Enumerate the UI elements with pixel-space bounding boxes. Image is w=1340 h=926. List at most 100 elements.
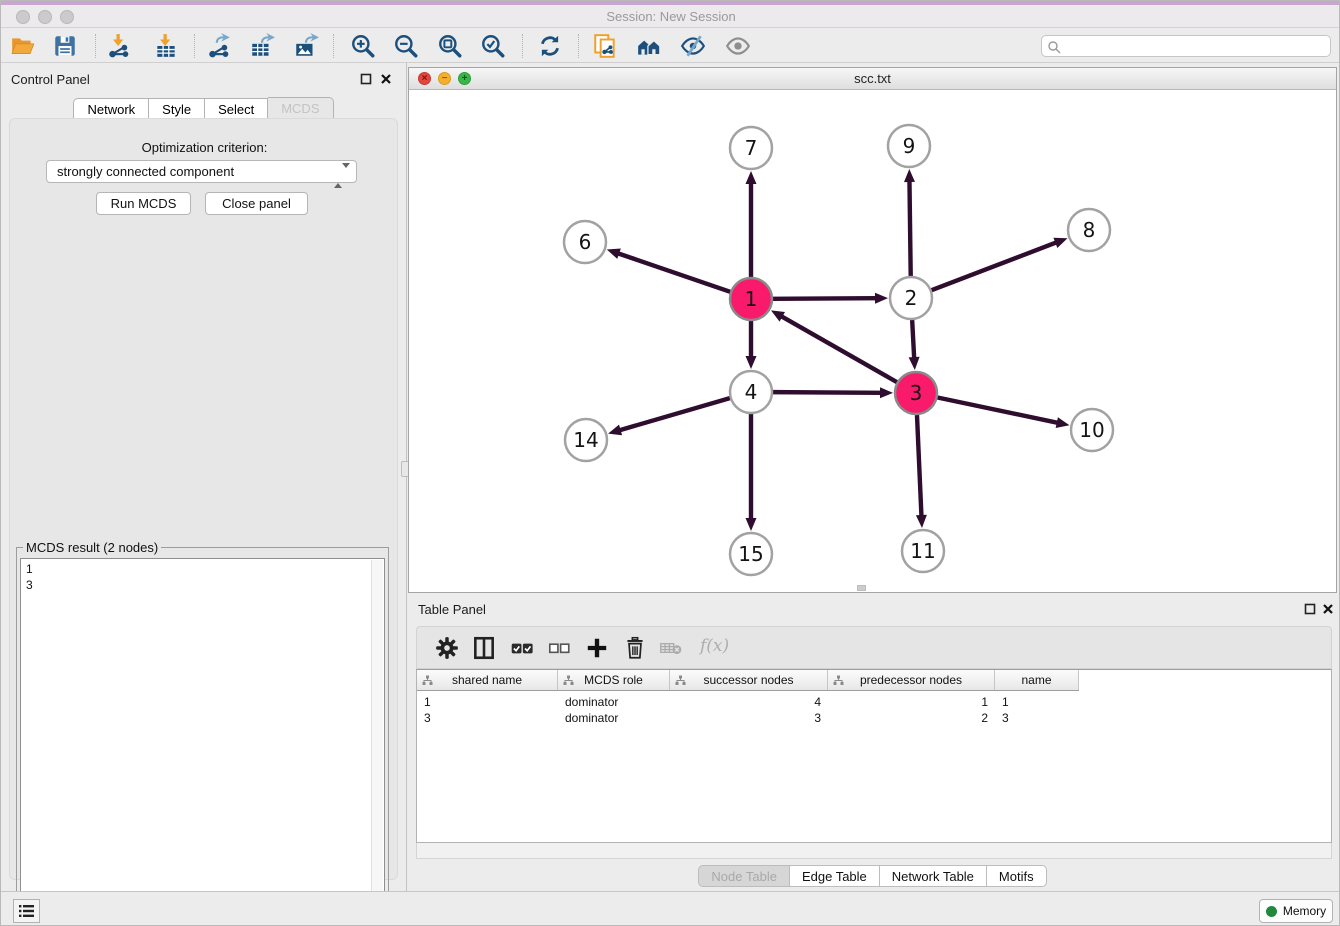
- zoom-out-icon[interactable]: [393, 33, 419, 59]
- cell-successor-nodes[interactable]: 4: [670, 694, 828, 710]
- graph-edge-1-2[interactable]: [773, 293, 888, 304]
- table-row[interactable]: 1dominator411: [417, 694, 1079, 710]
- new-network-from-file-icon[interactable]: [592, 33, 618, 59]
- tab-network[interactable]: Network: [73, 98, 149, 119]
- column-header-shared-name[interactable]: shared name: [417, 670, 558, 690]
- graph-edge-3-1[interactable]: [771, 310, 897, 382]
- mcds-result-box[interactable]: 1 3: [20, 558, 385, 921]
- status-bar: Memory: [1, 891, 1340, 926]
- panel-splitter[interactable]: [406, 63, 407, 891]
- graph-node-2[interactable]: 2: [890, 277, 932, 319]
- network-canvas[interactable]: 7 9 6 8 1 2 4 3 14 10 15 11: [409, 90, 1336, 592]
- tab-edge-table[interactable]: Edge Table: [790, 865, 880, 887]
- toolbar-separator: [522, 34, 523, 58]
- graph-edge-2-8[interactable]: [932, 238, 1068, 290]
- zoom-selected-icon[interactable]: [480, 33, 506, 59]
- graph-edge-2-3[interactable]: [909, 320, 920, 370]
- graph-node-4[interactable]: 4: [730, 371, 772, 413]
- select-all-columns-icon[interactable]: [509, 635, 535, 661]
- add-icon[interactable]: [584, 635, 610, 661]
- cell-MCDS-role[interactable]: dominator: [558, 710, 670, 726]
- function-builder-icon[interactable]: f(x): [700, 636, 729, 656]
- cell-predecessor-nodes[interactable]: 2: [828, 710, 995, 726]
- graph-edge-4-3[interactable]: [773, 387, 893, 398]
- search-input[interactable]: [1066, 37, 1326, 55]
- toolbar-separator: [333, 34, 334, 58]
- graph-edge-4-15[interactable]: [746, 414, 757, 531]
- gear-icon[interactable]: [434, 635, 460, 661]
- cell-successor-nodes[interactable]: 3: [670, 710, 828, 726]
- tab-select[interactable]: Select: [205, 98, 268, 119]
- graph-node-3[interactable]: 3: [895, 372, 937, 414]
- graph-node-9[interactable]: 9: [888, 125, 930, 167]
- float-table-panel-icon[interactable]: [1304, 602, 1316, 614]
- column-header-predecessor-nodes[interactable]: predecessor nodes: [828, 670, 995, 690]
- graph-edge-4-14[interactable]: [608, 398, 730, 435]
- import-network-icon[interactable]: [106, 33, 132, 59]
- save-session-icon[interactable]: [52, 33, 78, 59]
- graph-node-1[interactable]: 1: [730, 278, 772, 320]
- delete-table-icon[interactable]: [658, 635, 684, 661]
- column-header-name[interactable]: name: [995, 670, 1079, 690]
- export-network-icon[interactable]: [206, 33, 232, 59]
- graph-node-11[interactable]: 11: [902, 530, 944, 572]
- unselect-all-columns-icon[interactable]: [546, 635, 572, 661]
- column-header-MCDS-role[interactable]: MCDS role: [558, 670, 670, 690]
- tab-motifs[interactable]: Motifs: [987, 865, 1047, 887]
- graph-node-10[interactable]: 10: [1071, 409, 1113, 451]
- memory-status-icon: [1266, 906, 1277, 917]
- close-panel-icon[interactable]: [380, 72, 392, 84]
- graph-edge-1-7[interactable]: [746, 171, 757, 277]
- task-history-button[interactable]: [13, 899, 40, 923]
- mcds-panel-body: Optimization criterion: strongly connect…: [9, 118, 398, 880]
- close-panel-button[interactable]: Close panel: [205, 192, 308, 215]
- show-all-icon[interactable]: [725, 33, 751, 59]
- zoom-fit-icon[interactable]: [437, 33, 463, 59]
- control-panel-tabs: NetworkStyleSelectMCDS: [1, 97, 406, 119]
- delete-icon[interactable]: [622, 635, 648, 661]
- import-table-icon[interactable]: [153, 33, 179, 59]
- cell-shared-name[interactable]: 1: [417, 694, 558, 710]
- graph-edge-3-10[interactable]: [938, 398, 1070, 428]
- tab-mcds[interactable]: MCDS: [268, 97, 333, 119]
- network-window-header[interactable]: × − + scc.txt: [409, 68, 1336, 90]
- canvas-splitter-handle[interactable]: [857, 585, 866, 591]
- graph-node-8[interactable]: 8: [1068, 209, 1110, 251]
- close-table-panel-icon[interactable]: [1322, 602, 1334, 614]
- cell-name[interactable]: 3: [995, 710, 1079, 726]
- tab-node-table[interactable]: Node Table: [698, 865, 790, 887]
- graph-edge-1-6[interactable]: [607, 248, 730, 291]
- cell-shared-name[interactable]: 3: [417, 710, 558, 726]
- node-table[interactable]: shared nameMCDS rolesuccessor nodesprede…: [416, 669, 1332, 843]
- split-columns-icon[interactable]: [471, 635, 497, 661]
- open-session-icon[interactable]: [10, 33, 36, 59]
- tab-style[interactable]: Style: [149, 98, 205, 119]
- graph-node-7[interactable]: 7: [730, 127, 772, 169]
- graph-edge-2-9[interactable]: [904, 169, 915, 276]
- graph-node-14[interactable]: 14: [565, 419, 607, 461]
- criterion-select[interactable]: strongly connected component: [46, 160, 357, 183]
- cell-predecessor-nodes[interactable]: 1: [828, 694, 995, 710]
- hide-selected-icon[interactable]: [680, 33, 706, 59]
- memory-button[interactable]: Memory: [1259, 899, 1333, 923]
- refresh-icon[interactable]: [537, 33, 563, 59]
- mcds-result-scrollbar[interactable]: [371, 560, 383, 919]
- float-panel-icon[interactable]: [360, 72, 372, 84]
- tab-network-table[interactable]: Network Table: [880, 865, 987, 887]
- toolbar-separator: [578, 34, 579, 58]
- graph-node-6[interactable]: 6: [564, 221, 606, 263]
- export-table-icon[interactable]: [249, 33, 275, 59]
- zoom-in-icon[interactable]: [350, 33, 376, 59]
- toolbar-separator: [95, 34, 96, 58]
- graph-edge-1-4[interactable]: [746, 321, 757, 369]
- run-mcds-button[interactable]: Run MCDS: [96, 192, 191, 215]
- table-row[interactable]: 3dominator323: [417, 710, 1079, 726]
- column-header-successor-nodes[interactable]: successor nodes: [670, 670, 828, 690]
- first-neighbors-icon[interactable]: [636, 33, 662, 59]
- cell-name[interactable]: 1: [995, 694, 1079, 710]
- cell-MCDS-role[interactable]: dominator: [558, 694, 670, 710]
- export-image-icon[interactable]: [293, 33, 319, 59]
- graph-edge-3-11[interactable]: [916, 415, 927, 528]
- graph-node-15[interactable]: 15: [730, 533, 772, 575]
- table-hscrollbar[interactable]: [416, 843, 1332, 859]
